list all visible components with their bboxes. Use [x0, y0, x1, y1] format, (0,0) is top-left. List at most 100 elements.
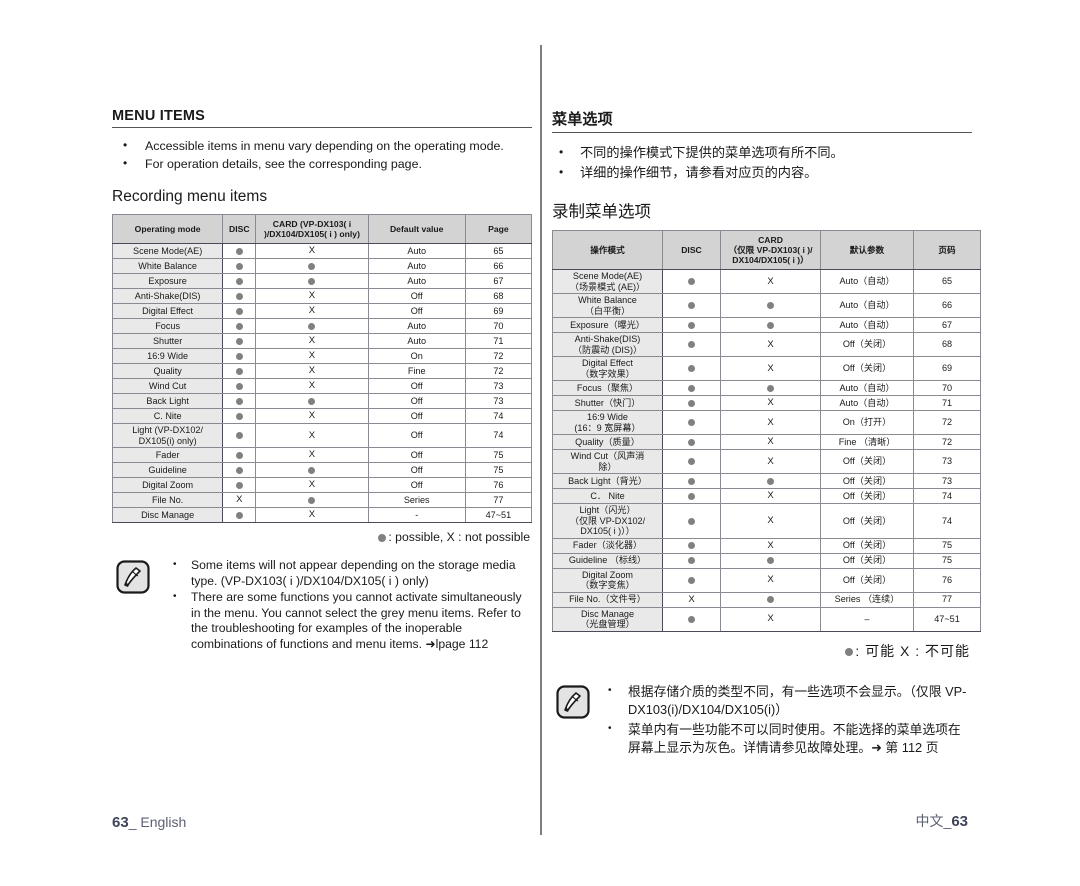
note-item: There are some functions you cannot acti… — [167, 589, 532, 652]
default-value-cell: Auto（自动） — [820, 380, 914, 396]
possible-dot-icon — [767, 557, 774, 565]
note-item: 菜单内有一些功能不可以同时使用。不能选择的菜单选项在屏幕上显示为灰色。详情请参见… — [602, 720, 972, 758]
note-item: Some items will not appear depending on … — [167, 557, 532, 589]
possible-dot-icon — [688, 384, 695, 392]
table-row: Anti-Shake(DIS) （防震动 (DIS)） X Off（关闭） 68 — [552, 332, 981, 357]
chinese-intro-bullets: 不同的操作模式下提供的菜单选项有所不同。 详细的操作细节，请参看对应页的内容。 — [552, 143, 972, 182]
table-row: Exposure（曝光） Auto（自动） 67 — [552, 317, 981, 333]
note-pen-icon — [556, 684, 590, 719]
disc-support-cell — [662, 537, 721, 554]
card-support-cell — [255, 258, 369, 274]
menu-item-name: Quality（质量） — [552, 434, 663, 450]
menu-item-name: Exposure（曝光） — [552, 317, 663, 333]
possible-dot-icon — [235, 307, 243, 315]
page-column-divider — [540, 45, 542, 835]
default-value-cell: Off — [367, 393, 466, 409]
note-list-english: Some items will not appear depending on … — [167, 557, 532, 652]
page-reference-cell: 69 — [464, 303, 533, 319]
not-possible-mark: X — [767, 436, 774, 448]
card-support-cell: X — [255, 423, 369, 448]
possible-dot-icon — [235, 262, 243, 270]
legend-english: : possible, X : not possible — [112, 530, 532, 544]
card-support-cell — [720, 552, 821, 569]
card-support-cell: X — [255, 333, 369, 349]
not-possible-mark: X — [308, 429, 316, 441]
default-value-cell: Fine — [367, 363, 466, 379]
card-support-cell: X — [720, 488, 821, 504]
default-value-cell: Auto — [367, 333, 466, 349]
card-support-cell: X — [720, 567, 821, 593]
col-header-default-value: 默认参数 — [820, 230, 914, 270]
table-row: Exposure Auto 67 — [111, 273, 533, 289]
possible-dot-icon — [688, 492, 695, 500]
menu-item-name: White Balance （白平衡） — [552, 293, 663, 318]
card-support-cell: X — [720, 410, 821, 435]
not-possible-mark: X — [308, 509, 316, 521]
not-possible-mark: X — [308, 449, 316, 461]
possible-dot-icon — [235, 382, 243, 390]
not-possible-mark: X — [767, 362, 774, 374]
note-list-chinese: 根据存储介质的类型不同，有一些选项不会显示。（仅限 VP-DX103(i)/DX… — [602, 682, 972, 758]
disc-support-cell — [222, 288, 257, 304]
possible-dot-icon — [688, 517, 695, 525]
page-reference-cell: 72 — [464, 348, 533, 364]
page-reference-cell: 74 — [464, 423, 533, 448]
disc-support-cell — [662, 380, 721, 396]
disc-support-cell — [662, 567, 721, 593]
not-possible-mark: X — [236, 494, 243, 506]
possible-dot-icon — [235, 451, 243, 459]
footer-chinese: 中文_63 — [916, 811, 968, 831]
page-reference-cell: 69 — [913, 356, 981, 381]
disc-support-cell — [222, 333, 257, 349]
menu-item-name: Guideline （标线） — [552, 552, 663, 569]
footer-page-number: 63 — [112, 814, 129, 831]
page-reference-cell: 67 — [464, 273, 533, 289]
page-reference-cell: 77 — [464, 492, 533, 508]
footer-english: 63_ English — [112, 814, 186, 831]
card-support-cell — [255, 462, 369, 478]
possible-dot-icon — [235, 466, 243, 474]
note-item: 根据存储介质的类型不同，有一些选项不会显示。（仅限 VP-DX103(i)/DX… — [602, 682, 972, 720]
card-line-3: DX104/DX105( i )） — [732, 255, 809, 265]
possible-dot-icon — [235, 397, 243, 405]
menu-item-name: C． Nite — [552, 488, 663, 504]
table-row: Digital Effect （数字效果） X Off（关闭） 69 — [552, 356, 981, 381]
not-possible-mark: X — [308, 290, 316, 302]
default-value-cell: Off（关闭） — [820, 449, 914, 474]
possible-dot-icon — [845, 647, 854, 656]
menu-item-name: Digital Effect — [111, 303, 224, 319]
card-support-cell: X — [720, 503, 821, 539]
page-reference-cell: 68 — [913, 332, 981, 357]
page-reference-cell: 65 — [464, 243, 533, 259]
english-column: MENU ITEMS Accessible items in menu vary… — [111, 108, 533, 653]
table-header-row: 操作模式 DISC CARD （仅限 VP-DX103( i )/ DX104/… — [552, 230, 981, 270]
possible-dot-icon — [235, 277, 243, 285]
card-support-cell: X — [255, 243, 369, 259]
page-reference-cell: 74 — [913, 503, 981, 539]
default-value-cell: Auto（自动） — [820, 269, 914, 294]
footer-language-label: 中文 — [915, 813, 944, 829]
disc-support-cell — [222, 462, 257, 478]
legend-text: : possible, X : not possible — [388, 530, 530, 544]
disc-support-cell — [222, 303, 257, 319]
default-value-cell: Off — [367, 477, 466, 493]
not-possible-mark: X — [308, 335, 316, 347]
possible-dot-icon — [767, 321, 774, 329]
possible-dot-icon — [688, 365, 695, 373]
disc-support-cell — [222, 318, 257, 334]
possible-dot-icon — [767, 302, 774, 310]
page-reference-cell: 76 — [913, 567, 981, 593]
card-support-cell — [255, 273, 369, 289]
possible-dot-icon — [308, 496, 316, 504]
disc-support-cell — [662, 449, 721, 474]
recording-menu-table-english: Operating mode DISC CARD (VP-DX103( i )/… — [111, 214, 533, 523]
page-reference-cell: 77 — [913, 591, 981, 608]
menu-item-name: 16:9 Wide (16：9 宽屏幕） — [552, 410, 663, 435]
disc-support-cell — [662, 395, 721, 411]
possible-dot-icon — [235, 337, 243, 345]
disc-support-cell — [222, 378, 257, 394]
table-row: Anti-Shake(DIS) X Off 68 — [111, 288, 533, 304]
card-line-2: （仅限 VP-DX103( i )/ — [728, 245, 813, 255]
possible-dot-icon — [688, 419, 695, 427]
col-header-operating-mode: Operating mode — [111, 214, 224, 244]
